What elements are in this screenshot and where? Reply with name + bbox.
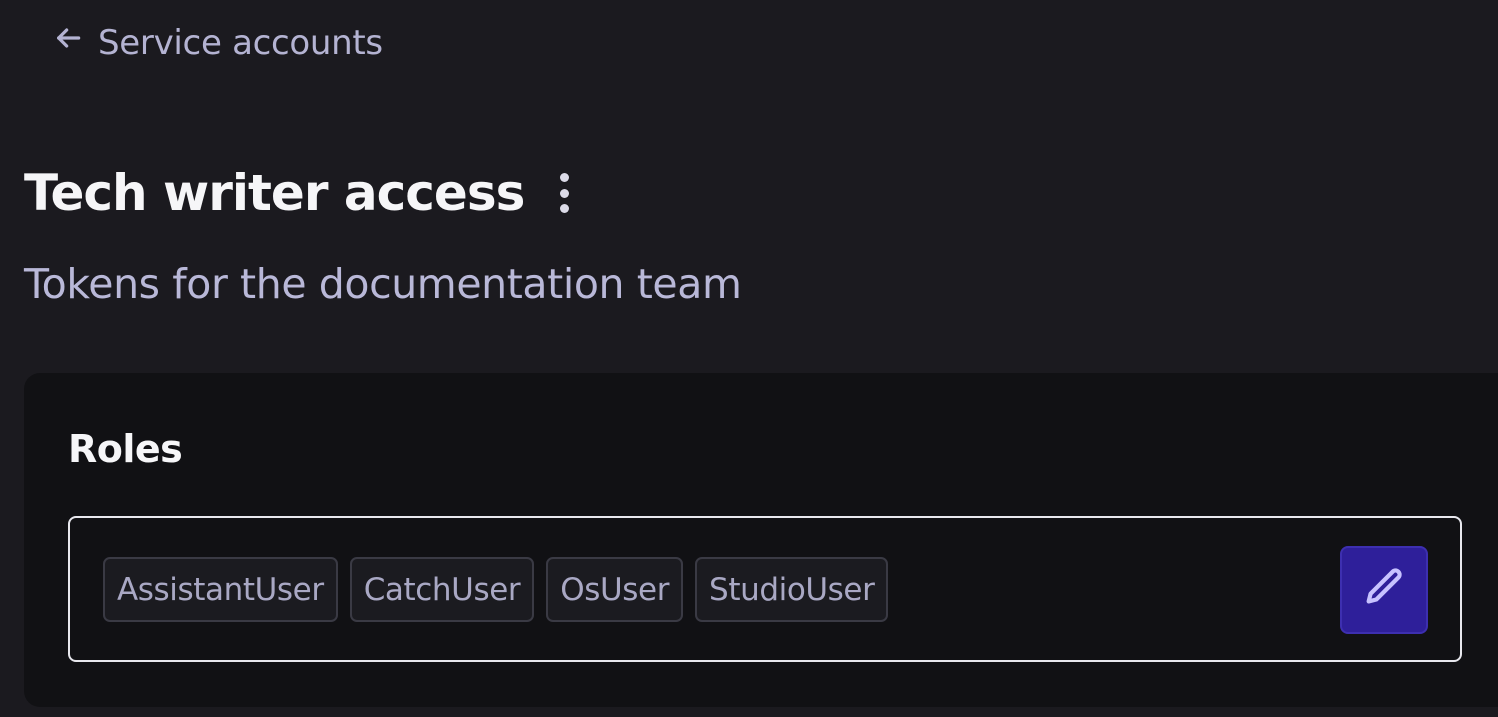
role-chip: AssistantUser (103, 557, 338, 622)
arrow-left-icon (52, 22, 84, 63)
kebab-menu-icon[interactable] (554, 171, 574, 215)
page-subtitle: Tokens for the documentation team (24, 260, 742, 308)
roles-heading: Roles (68, 427, 183, 471)
role-chip: OsUser (546, 557, 684, 622)
page-header: Tech writer access (24, 164, 574, 222)
roles-card: Roles AssistantUser CatchUser OsUser Stu… (24, 373, 1498, 707)
back-to-service-accounts-link[interactable]: Service accounts (52, 22, 383, 63)
edit-roles-button[interactable] (1340, 546, 1428, 634)
back-link-label: Service accounts (98, 22, 383, 63)
roles-field: AssistantUser CatchUser OsUser StudioUse… (68, 516, 1462, 662)
pencil-icon (1361, 565, 1407, 615)
role-chip: CatchUser (349, 557, 535, 622)
role-chip: StudioUser (695, 557, 889, 622)
role-chip-list: AssistantUser CatchUser OsUser StudioUse… (103, 557, 889, 622)
page-title: Tech writer access (24, 164, 525, 222)
